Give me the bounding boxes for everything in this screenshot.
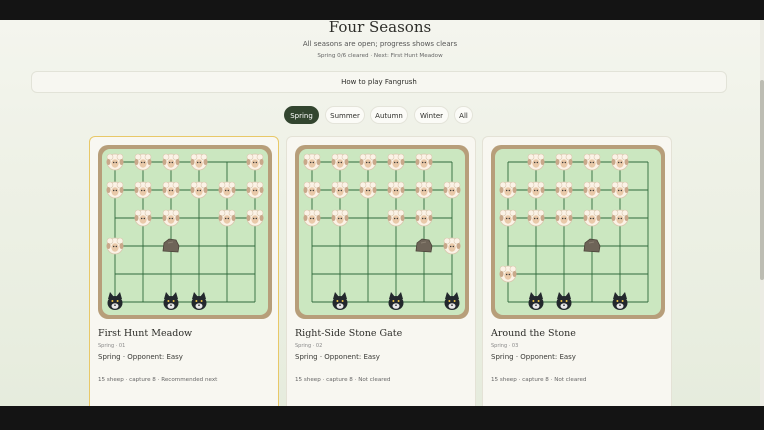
scroll-thumb[interactable] bbox=[760, 80, 764, 280]
sheep-icon bbox=[303, 153, 321, 171]
sheep-icon bbox=[218, 181, 236, 199]
sheep-icon bbox=[583, 153, 601, 171]
level-footer: 15 sheep · capture 8 · Recommended next bbox=[98, 377, 218, 383]
sheep-icon bbox=[527, 153, 545, 171]
sheep-icon bbox=[611, 209, 629, 227]
sheep-icon bbox=[162, 153, 180, 171]
level-footer: 15 sheep · capture 8 · Not cleared bbox=[295, 377, 391, 383]
sheep-icon bbox=[162, 181, 180, 199]
board-preview bbox=[491, 145, 665, 319]
sheep-icon bbox=[555, 153, 573, 171]
sheep-icon bbox=[611, 153, 629, 171]
board-surface bbox=[495, 149, 661, 315]
sheep-icon bbox=[359, 153, 377, 171]
season-page: Four Seasons All seasons are open; progr… bbox=[0, 20, 764, 406]
tab-winter[interactable]: Winter bbox=[414, 106, 449, 124]
level-meta: Spring · Opponent: Easy bbox=[491, 353, 576, 361]
board-surface bbox=[102, 149, 268, 315]
sheep-icon bbox=[555, 181, 573, 199]
tab-autumn[interactable]: Autumn bbox=[370, 106, 408, 124]
level-card[interactable]: Around the Stone Spring · 03 Spring · Op… bbox=[482, 136, 672, 406]
level-name: Right-Side Stone Gate bbox=[295, 328, 403, 339]
level-meta: Spring · Opponent: Easy bbox=[295, 353, 380, 361]
sheep-icon bbox=[499, 209, 517, 227]
sheep-icon bbox=[583, 181, 601, 199]
sheep-icon bbox=[246, 153, 264, 171]
sheep-icon bbox=[415, 209, 433, 227]
sheep-icon bbox=[387, 153, 405, 171]
level-code: Spring · 03 bbox=[491, 343, 519, 349]
sheep-icon bbox=[162, 209, 180, 227]
how-to-play-button[interactable]: How to play Fangrush bbox=[31, 71, 727, 93]
page-title: Four Seasons bbox=[328, 20, 432, 36]
sheep-icon bbox=[331, 209, 349, 227]
tab-spring[interactable]: Spring bbox=[284, 106, 319, 124]
sheep-icon bbox=[303, 181, 321, 199]
progress-text: Spring 0/6 cleared · Next: First Hunt Me… bbox=[317, 53, 443, 59]
sheep-icon bbox=[499, 181, 517, 199]
sheep-icon bbox=[134, 181, 152, 199]
sheep-icon bbox=[331, 153, 349, 171]
sheep-icon bbox=[499, 265, 517, 283]
sheep-icon bbox=[387, 209, 405, 227]
sheep-icon bbox=[443, 181, 461, 199]
sheep-icon bbox=[303, 209, 321, 227]
sheep-icon bbox=[106, 237, 124, 255]
sheep-icon bbox=[527, 181, 545, 199]
sheep-icon bbox=[387, 181, 405, 199]
sheep-icon bbox=[583, 209, 601, 227]
page-subtitle: All seasons are open; progress shows cle… bbox=[302, 40, 458, 48]
level-name: Around the Stone bbox=[491, 328, 576, 339]
board-surface bbox=[299, 149, 465, 315]
board-preview bbox=[295, 145, 469, 319]
sheep-icon bbox=[555, 209, 573, 227]
board-preview bbox=[98, 145, 272, 319]
sheep-icon bbox=[106, 153, 124, 171]
sheep-icon bbox=[527, 209, 545, 227]
tab-summer[interactable]: Summer bbox=[325, 106, 365, 124]
tab-all[interactable]: All bbox=[454, 106, 473, 124]
sheep-icon bbox=[218, 209, 236, 227]
scrollbar[interactable] bbox=[760, 20, 764, 406]
sheep-icon bbox=[443, 237, 461, 255]
sheep-icon bbox=[134, 209, 152, 227]
sheep-icon bbox=[359, 181, 377, 199]
sheep-icon bbox=[106, 181, 124, 199]
level-meta: Spring · Opponent: Easy bbox=[98, 353, 183, 361]
sheep-icon bbox=[611, 181, 629, 199]
level-code: Spring · 01 bbox=[98, 343, 126, 349]
window-bottom-bar bbox=[0, 406, 764, 430]
sheep-icon bbox=[415, 181, 433, 199]
level-code: Spring · 02 bbox=[295, 343, 323, 349]
sheep-icon bbox=[415, 153, 433, 171]
sheep-icon bbox=[331, 181, 349, 199]
level-card[interactable]: Right-Side Stone Gate Spring · 02 Spring… bbox=[286, 136, 476, 406]
sheep-icon bbox=[246, 181, 264, 199]
sheep-icon bbox=[246, 209, 264, 227]
sheep-icon bbox=[190, 181, 208, 199]
level-footer: 15 sheep · capture 8 · Not cleared bbox=[491, 377, 587, 383]
level-card[interactable]: First Hunt Meadow Spring · 01 Spring · O… bbox=[89, 136, 279, 406]
sheep-icon bbox=[134, 153, 152, 171]
window-top-bar bbox=[0, 0, 764, 20]
sheep-icon bbox=[190, 153, 208, 171]
level-name: First Hunt Meadow bbox=[98, 328, 193, 339]
